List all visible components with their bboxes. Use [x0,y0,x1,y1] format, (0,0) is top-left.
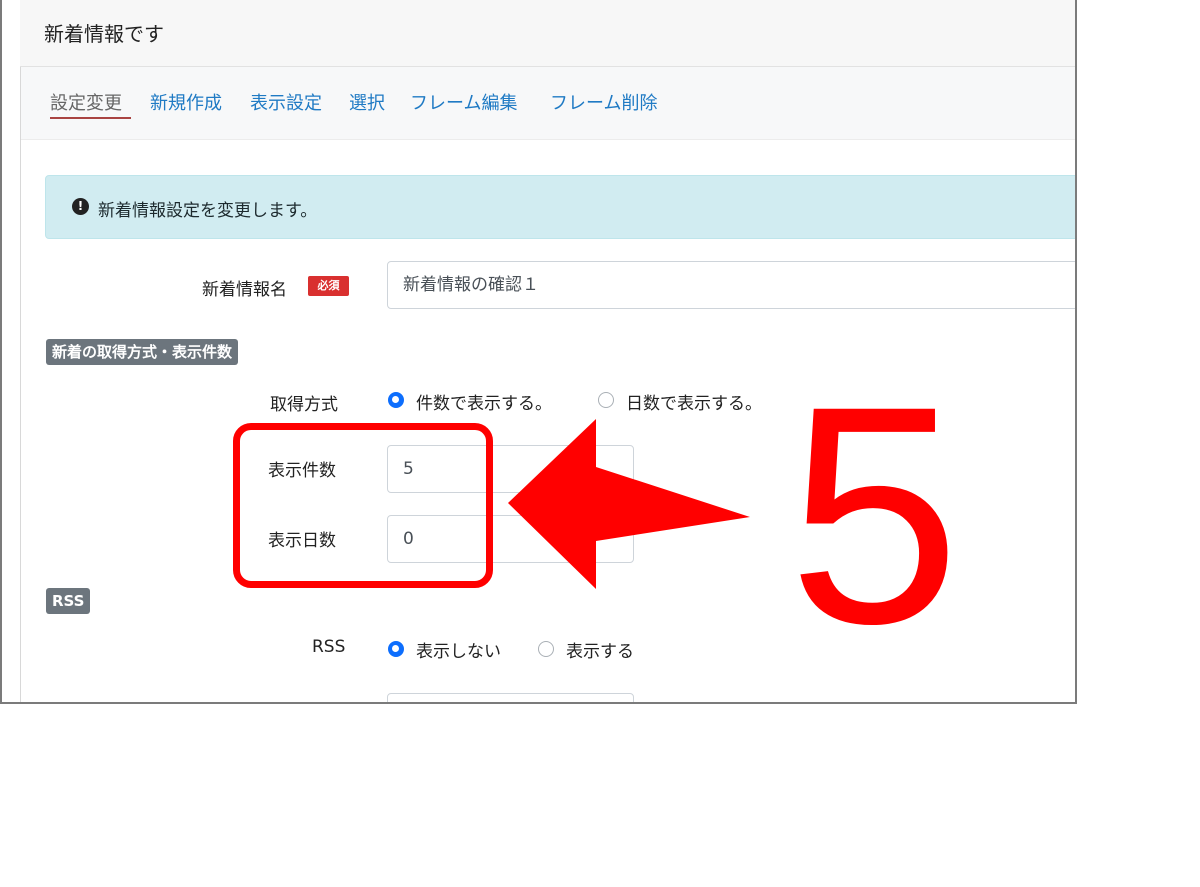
frame-header: 新着情報です [20,0,1075,67]
alert-message: 新着情報設定を変更します。 [98,201,318,221]
name-label: 新着情報名 [202,280,287,300]
rss-extra-input[interactable] [387,693,634,702]
radio-fetch-by-days-label[interactable]: 日数で表示する。 [626,389,762,414]
info-alert: ! 新着情報設定を変更します。 [45,175,1075,239]
tab-new-create[interactable]: 新規作成 [150,89,222,115]
tab-frame-edit[interactable]: フレーム編集 [410,89,517,115]
highlight-box [233,423,493,588]
active-tab-indicator [50,117,131,119]
tab-display-settings[interactable]: 表示設定 [250,89,322,115]
required-badge: 必須 [308,276,349,296]
fetch-method-label: 取得方式 [270,395,338,415]
radio-rss-hide-label[interactable]: 表示しない [416,637,501,662]
step-number: 5 [788,341,961,688]
section-badge-rss: RSS [46,588,91,614]
radio-rss-show-label[interactable]: 表示する [566,637,634,662]
exclamation-circle-icon: ! [72,198,89,215]
left-arrow-icon [508,419,750,589]
tab-bar: 設定変更 新規作成 表示設定 選択 フレーム編集 フレーム削除 [21,67,1075,140]
news-name-input[interactable]: 新着情報の確認１ [387,261,1075,309]
rss-label: RSS [312,637,346,657]
tab-settings-change[interactable]: 設定変更 [50,89,122,115]
radio-fetch-by-count-label[interactable]: 件数で表示する。 [416,389,552,414]
radio-rss-show[interactable] [538,641,554,657]
radio-fetch-by-count[interactable] [388,392,404,408]
frame-title: 新着情報です [44,22,164,46]
section-badge-fetch: 新着の取得方式・表示件数 [46,339,239,365]
tab-frame-delete[interactable]: フレーム削除 [550,89,657,115]
radio-rss-hide[interactable] [388,641,404,657]
radio-fetch-by-days[interactable] [598,392,614,408]
tab-select[interactable]: 選択 [349,89,385,115]
